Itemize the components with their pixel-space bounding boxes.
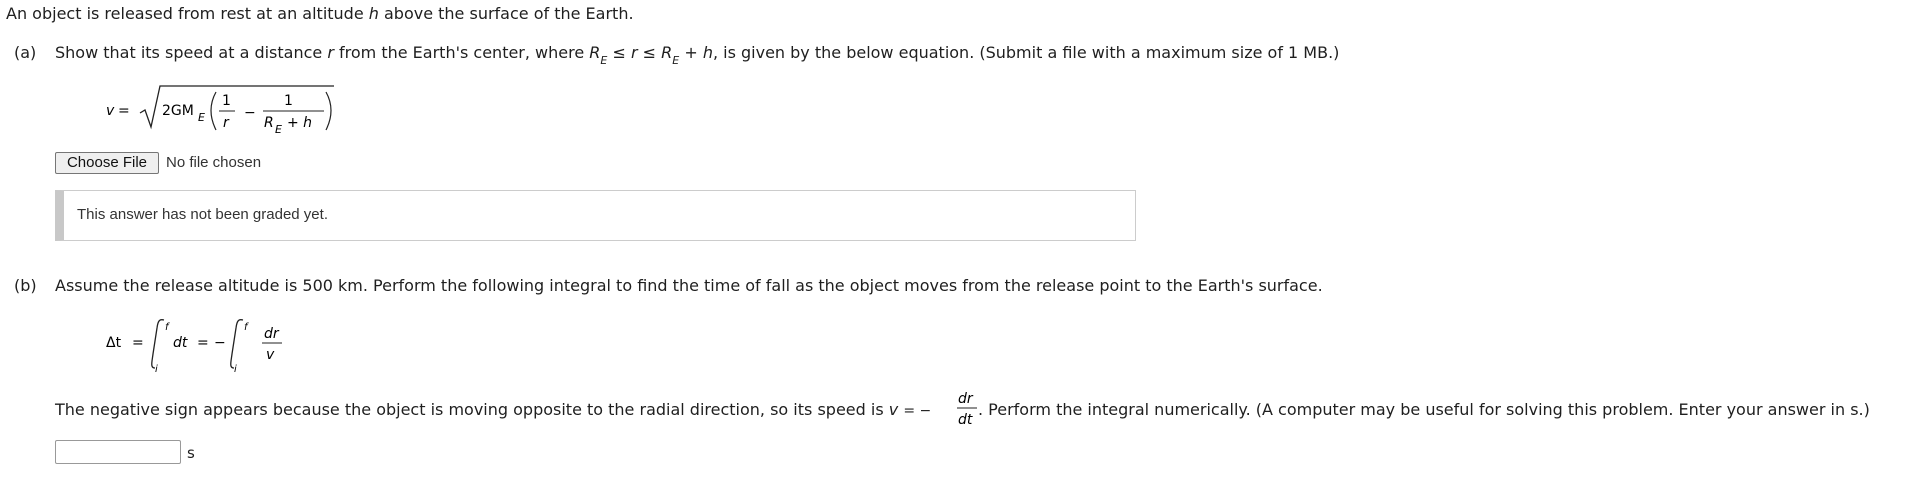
- part-a-label: (a): [14, 43, 37, 62]
- eq-delta-t: Δt: [106, 335, 122, 351]
- eq-negative: −: [214, 335, 226, 351]
- frac2-den-rest: + h: [287, 115, 312, 131]
- frac2-num: 1: [284, 93, 293, 109]
- file-status-text: No file chosen: [166, 154, 262, 171]
- explanation-text-after: . Perform the integral numerically. (A c…: [978, 400, 1870, 419]
- eq-equals-1: =: [132, 335, 144, 351]
- eq-equals: =: [118, 103, 130, 119]
- part-a-prompt: Show that its speed at a distance r from…: [55, 43, 1340, 67]
- frac1-den: r: [223, 115, 230, 131]
- eq-coef-sub: E: [198, 111, 205, 124]
- speed-fraction: dr dt: [957, 391, 977, 428]
- eq-equals-2: =: [197, 335, 209, 351]
- lower-limit-1: i: [155, 364, 158, 374]
- speed-frac-num: dr: [958, 391, 974, 407]
- speed-equation: v = 2GM E 1 r − 1 R E + h: [106, 85, 334, 136]
- frac2-den-sub: E: [275, 123, 282, 136]
- problem-intro: An object is released from rest at an al…: [6, 4, 634, 23]
- eq-coef: 2GM: [162, 103, 194, 119]
- integral-sign-1: [151, 319, 165, 369]
- frac2-den-R: R: [264, 115, 274, 131]
- lower-limit-2: i: [234, 364, 237, 374]
- grading-status-text: This answer has not been graded yet.: [77, 206, 328, 223]
- upper-limit-2: f: [244, 322, 249, 333]
- integral-sign-2: [230, 319, 244, 369]
- answer-input[interactable]: [55, 440, 181, 464]
- eq-lhs-v: v: [106, 103, 115, 119]
- time-integral-equation: Δt = f i dt = − f i dr v: [106, 319, 282, 374]
- left-paren: [210, 91, 217, 131]
- part-b-label: (b): [14, 276, 37, 295]
- frac-num-dr: dr: [264, 326, 280, 342]
- speed-frac-den: dt: [958, 412, 973, 428]
- integrand-dt: dt: [173, 335, 188, 351]
- part-b-prompt: Assume the release altitude is 500 km. P…: [55, 276, 1323, 295]
- frac1-num: 1: [222, 93, 231, 109]
- eq-minus: −: [244, 105, 256, 121]
- right-paren: [325, 91, 332, 131]
- choose-file-button[interactable]: Choose File: [55, 152, 159, 174]
- upper-limit-1: f: [165, 322, 170, 333]
- answer-unit: s: [187, 444, 195, 462]
- explanation-text-before: The negative sign appears because the ob…: [55, 400, 932, 419]
- frac-den-v: v: [266, 347, 275, 363]
- grading-status-box: This answer has not been graded yet.: [55, 190, 1136, 241]
